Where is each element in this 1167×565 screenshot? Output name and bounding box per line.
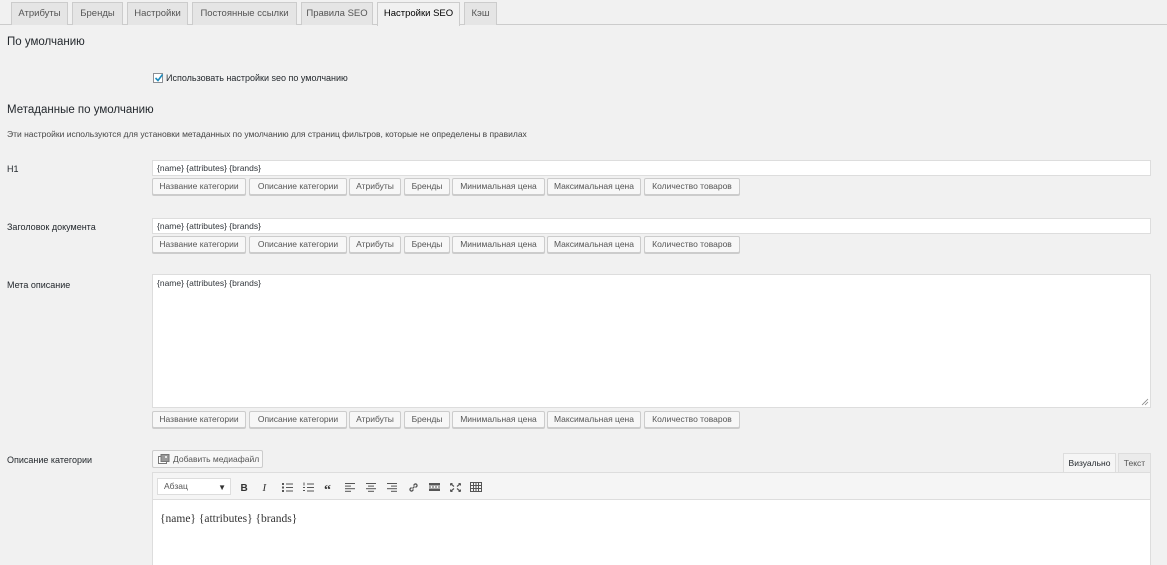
svg-text:“: “ (324, 483, 331, 492)
section-meta-title: Метаданные по умолчанию (7, 104, 154, 116)
read-more-icon[interactable] (426, 479, 442, 495)
meta-desc-label: Мета описание (7, 280, 71, 290)
checkmark-icon (154, 74, 164, 82)
align-center-icon[interactable] (363, 479, 379, 495)
var-brands-button[interactable]: Бренды (404, 236, 450, 253)
blockquote-icon[interactable]: “ (321, 479, 337, 495)
doc-title-label: Заголовок документа (7, 222, 96, 232)
italic-icon[interactable]: I (257, 479, 273, 495)
var-brands-button[interactable]: Бренды (404, 178, 450, 195)
h1-label: H1 (7, 164, 19, 174)
tab-bar: Атрибуты Бренды Настройки Постоянные ссы… (0, 0, 1167, 26)
link-icon[interactable] (405, 479, 421, 495)
var-brands-button[interactable]: Бренды (404, 411, 450, 428)
default-seo-checkbox-row[interactable]: Использовать настройки seo по умолчанию (153, 72, 348, 84)
var-category-name-button[interactable]: Название категории (152, 178, 246, 195)
cat-desc-label: Описание категории (7, 455, 93, 465)
tab-permalinks[interactable]: Постоянные ссылки (192, 2, 297, 25)
var-attributes-button[interactable]: Атрибуты (349, 236, 401, 253)
toolbar-toggle-icon[interactable] (468, 479, 484, 495)
tab-cache[interactable]: Кэш (464, 2, 497, 25)
var-min-price-button[interactable]: Минимальная цена (452, 411, 545, 428)
add-media-button[interactable]: Добавить медиафайл (152, 450, 263, 468)
chevron-down-icon: ▼ (218, 483, 226, 492)
var-max-price-button[interactable]: Максимальная цена (547, 236, 641, 253)
var-category-description-button[interactable]: Описание категории (249, 178, 347, 195)
default-seo-checkbox[interactable] (153, 73, 164, 83)
var-max-price-button[interactable]: Максимальная цена (547, 178, 641, 195)
var-min-price-button[interactable]: Минимальная цена (452, 236, 545, 253)
var-product-count-button[interactable]: Количество товаров (644, 236, 740, 253)
bullet-list-icon[interactable] (279, 479, 295, 495)
svg-text:B: B (241, 483, 248, 492)
editor-tab-text[interactable]: Текст (1118, 453, 1151, 473)
var-min-price-button[interactable]: Минимальная цена (452, 178, 545, 195)
align-right-icon[interactable] (384, 479, 400, 495)
add-media-label: Добавить медиафайл (173, 454, 260, 464)
var-category-description-button[interactable]: Описание категории (249, 411, 347, 428)
var-product-count-button[interactable]: Количество товаров (644, 178, 740, 195)
var-category-description-button[interactable]: Описание категории (249, 236, 347, 253)
var-max-price-button[interactable]: Максимальная цена (547, 411, 641, 428)
meta-desc-value: {name} {attributes} {brands} (157, 278, 261, 288)
numbered-list-icon[interactable] (300, 479, 316, 495)
var-attributes-button[interactable]: Атрибуты (349, 178, 401, 195)
fullscreen-icon[interactable] (447, 479, 463, 495)
editor-tab-visual[interactable]: Визуально (1063, 453, 1116, 473)
default-seo-checkbox-label: Использовать настройки seo по умолчанию (166, 73, 348, 83)
tab-attributes[interactable]: Атрибуты (11, 2, 68, 25)
svg-text:I: I (262, 482, 268, 492)
editor-toolbar: Абзац ▼ B I “ (153, 473, 1150, 500)
format-select[interactable]: Абзац ▼ (157, 478, 231, 495)
doc-title-input[interactable]: {name} {attributes} {brands} (152, 218, 1151, 234)
add-media-icon (158, 454, 170, 464)
editor-content[interactable]: {name} {attributes} {brands} (160, 513, 297, 525)
resize-handle-icon[interactable] (1141, 398, 1149, 406)
align-left-icon[interactable] (342, 479, 358, 495)
format-select-value: Абзац (164, 481, 188, 491)
tab-brands[interactable]: Бренды (72, 2, 123, 25)
category-description-editor: Абзац ▼ B I “ {name} {attributes} {brand… (152, 472, 1151, 565)
var-attributes-button[interactable]: Атрибуты (349, 411, 401, 428)
var-category-name-button[interactable]: Название категории (152, 236, 246, 253)
tab-settings[interactable]: Настройки (127, 2, 188, 25)
bold-icon[interactable]: B (236, 479, 252, 495)
var-product-count-button[interactable]: Количество товаров (644, 411, 740, 428)
h1-input[interactable]: {name} {attributes} {brands} (152, 160, 1151, 176)
var-category-name-button[interactable]: Название категории (152, 411, 246, 428)
section-meta-description: Эти настройки используются для установки… (7, 129, 527, 139)
section-default-title: По умолчанию (7, 36, 85, 48)
tab-seo-rules[interactable]: Правила SEO (301, 2, 373, 25)
meta-desc-textarea[interactable]: {name} {attributes} {brands} (152, 274, 1151, 408)
tab-seo-settings[interactable]: Настройки SEO (377, 2, 460, 26)
